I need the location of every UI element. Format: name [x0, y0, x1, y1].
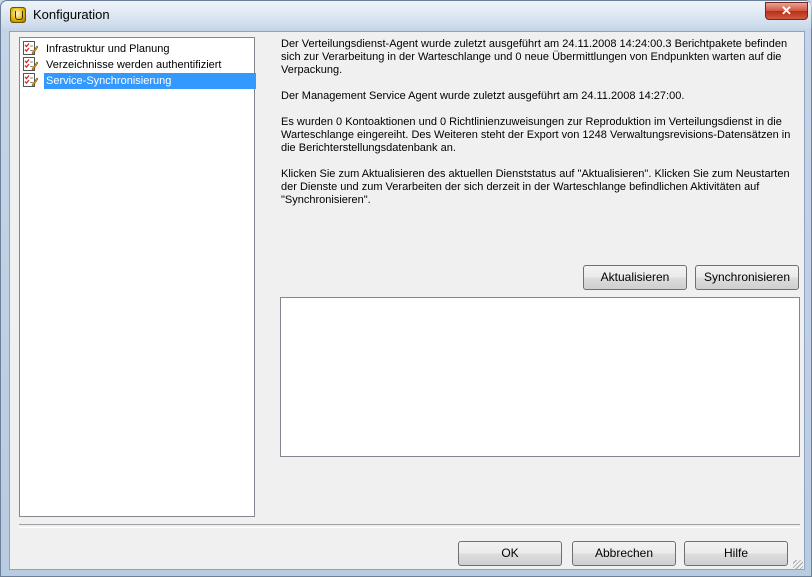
checklist-edit-icon	[23, 41, 38, 55]
resize-grip[interactable]	[793, 560, 803, 570]
dialog-client-area: Infrastruktur und Planung Verzeichnisse …	[9, 31, 805, 570]
title-bar[interactable]: Konfiguration ✕	[1, 1, 812, 29]
distribution-agent-status: Der Verteilungsdienst-Agent wurde zuletz…	[281, 38, 788, 76]
instructions-text: Klicken Sie zum Aktualisieren des aktuel…	[281, 168, 790, 206]
footer-separator	[19, 524, 800, 528]
queue-info-text: Es wurden 0 Kontoaktionen und 0 Richtlin…	[281, 116, 791, 154]
tree-item-label: Verzeichnisse werden authentifiziert	[46, 59, 222, 71]
status-log-box[interactable]	[280, 297, 800, 457]
app-icon	[10, 7, 26, 23]
navigation-tree: Infrastruktur und Planung Verzeichnisse …	[19, 37, 256, 517]
refresh-button[interactable]: Aktualisieren	[583, 265, 687, 290]
dialog-window: Konfiguration ✕ Infrastruktur und Planun…	[0, 0, 812, 577]
tree-item-label: Infrastruktur und Planung	[46, 43, 170, 55]
window-title: Konfiguration	[33, 7, 110, 22]
management-agent-status: Der Management Service Agent wurde zulet…	[281, 90, 685, 102]
synchronize-button[interactable]: Synchronisieren	[695, 265, 799, 290]
ok-button[interactable]: OK	[458, 541, 562, 566]
cancel-button[interactable]: Abbrechen	[572, 541, 676, 566]
close-button[interactable]: ✕	[765, 2, 808, 20]
help-button[interactable]: Hilfe	[684, 541, 788, 566]
checklist-edit-icon	[23, 57, 38, 71]
checklist-edit-icon	[23, 73, 38, 87]
tree-item-label: Service-Synchronisierung	[44, 73, 256, 89]
